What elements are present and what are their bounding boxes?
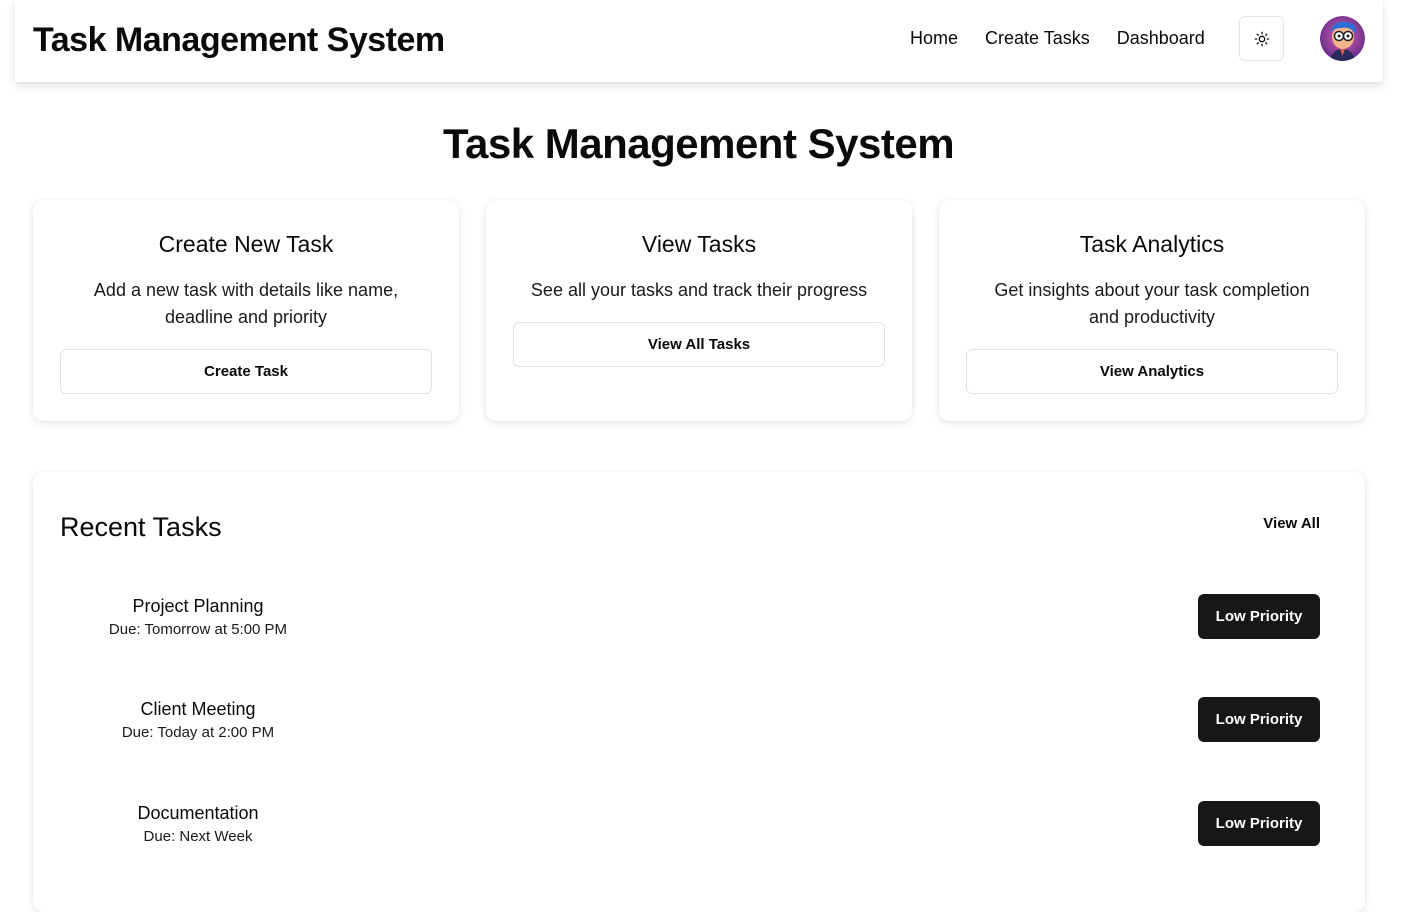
task-name: Project Planning — [132, 596, 264, 616]
theme-toggle-button[interactable] — [1239, 16, 1284, 61]
card-description: See all your tasks and track their progr… — [530, 280, 868, 300]
nav-link-home[interactable]: Home — [910, 26, 958, 50]
nav-link-create-tasks[interactable]: Create Tasks — [985, 26, 1090, 50]
view-all-tasks-button[interactable]: View All Tasks — [513, 322, 885, 367]
task-name: Client Meeting — [140, 699, 256, 719]
page-title: Task Management System — [442, 120, 955, 167]
create-task-card: Create New Task Add a new task with deta… — [33, 200, 459, 421]
view-analytics-button[interactable]: View Analytics — [966, 349, 1338, 394]
brand-title[interactable]: Task Management System — [33, 20, 445, 60]
top-navbar: Task Management System Home Create Tasks… — [15, 0, 1383, 82]
task-due: Due: Next Week — [143, 828, 253, 845]
card-title: Create New Task — [158, 231, 334, 257]
nav-link-dashboard[interactable]: Dashboard — [1117, 26, 1205, 50]
priority-badge[interactable]: Low Priority — [1198, 697, 1320, 742]
task-item[interactable]: Client Meeting Due: Today at 2:00 PM — [78, 697, 318, 744]
sun-icon — [1254, 31, 1269, 46]
card-title: Task Analytics — [1079, 231, 1225, 257]
view-all-link[interactable]: View All — [1263, 514, 1320, 534]
card-description: Get insights about your task completion … — [994, 280, 1310, 327]
recent-tasks-title: Recent Tasks — [60, 512, 222, 542]
recent-tasks-panel: Recent Tasks View All Project Planning D… — [33, 472, 1365, 912]
card-description: Add a new task with details like name, d… — [93, 280, 399, 327]
task-item[interactable]: Project Planning Due: Tomorrow at 5:00 P… — [78, 594, 318, 641]
card-title: View Tasks — [641, 231, 757, 257]
task-analytics-card: Task Analytics Get insights about your t… — [939, 200, 1365, 421]
priority-badge[interactable]: Low Priority — [1198, 801, 1320, 846]
view-tasks-card: View Tasks See all your tasks and track … — [486, 200, 912, 421]
task-due: Due: Today at 2:00 PM — [121, 724, 275, 741]
avatar-image — [1320, 16, 1365, 61]
create-task-button[interactable]: Create Task — [60, 349, 432, 394]
priority-badge[interactable]: Low Priority — [1198, 594, 1320, 639]
user-avatar[interactable] — [1320, 16, 1365, 61]
task-due: Due: Tomorrow at 5:00 PM — [108, 621, 288, 638]
task-name: Documentation — [137, 803, 259, 823]
nav-links: Home Create Tasks Dashboard — [910, 26, 1232, 50]
task-item[interactable]: Documentation Due: Next Week — [78, 801, 318, 848]
